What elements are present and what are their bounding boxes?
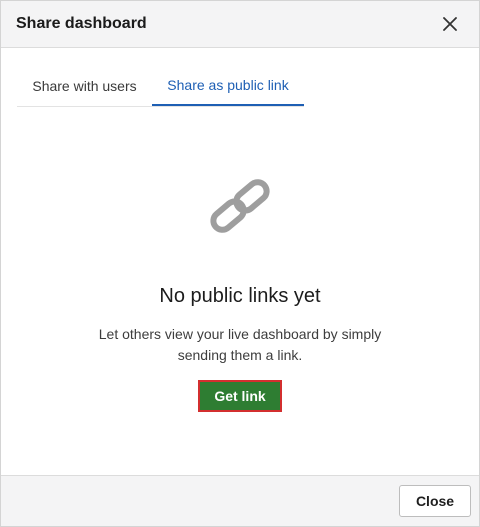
close-icon[interactable] xyxy=(439,13,461,35)
share-dashboard-dialog: Share dashboard Share with users Share a… xyxy=(0,0,480,527)
tab-share-as-public-link[interactable]: Share as public link xyxy=(152,66,304,106)
dialog-title: Share dashboard xyxy=(16,15,147,32)
dialog-header: Share dashboard xyxy=(1,1,479,48)
tab-label: Share with users xyxy=(32,78,137,94)
empty-state-title: No public links yet xyxy=(159,285,321,307)
tab-share-with-users[interactable]: Share with users xyxy=(17,66,152,106)
empty-state: No public links yet Let others view your… xyxy=(1,171,479,412)
dialog-footer: Close xyxy=(1,475,479,526)
link-icon xyxy=(210,179,270,233)
empty-state-description: Let others view your live dashboard by s… xyxy=(98,326,382,363)
tab-label: Share as public link xyxy=(167,77,289,93)
get-link-button[interactable]: Get link xyxy=(198,380,282,412)
close-button[interactable]: Close xyxy=(399,485,471,517)
share-tabs: Share with users Share as public link xyxy=(17,66,304,107)
